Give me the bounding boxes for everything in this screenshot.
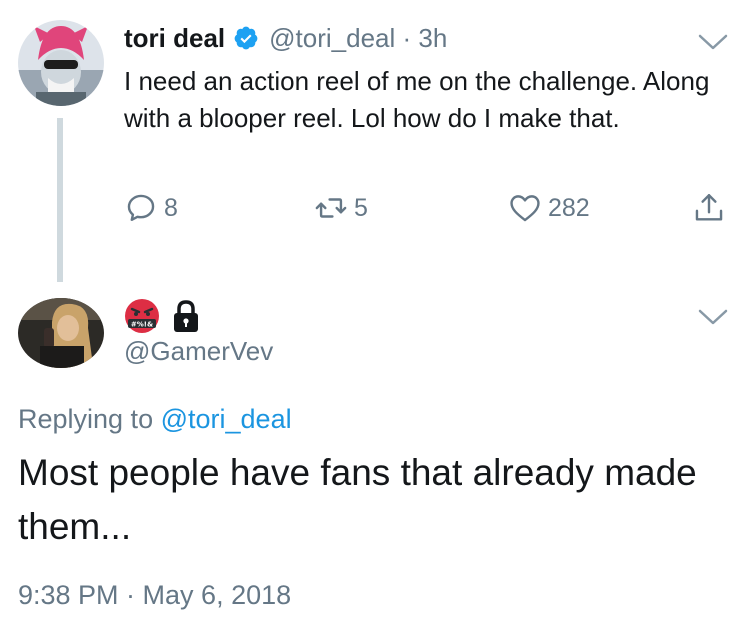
tweet-header: tori deal @tori_deal · 3h — [124, 18, 447, 58]
share-icon — [695, 194, 723, 221]
tweet-timestamp[interactable]: 9:38 PM · May 6, 2018 — [18, 580, 291, 611]
chevron-down-icon[interactable] — [698, 33, 728, 51]
retweet-count: 5 — [354, 193, 368, 222]
replying-to-line: Replying to @tori_deal — [18, 404, 292, 435]
retweet-button[interactable]: 5 — [314, 188, 368, 228]
chevron-down-icon[interactable] — [698, 308, 728, 326]
author-handle[interactable]: @tori_deal — [269, 23, 395, 53]
separator-dot: · — [402, 22, 412, 53]
thread-connector-line — [57, 118, 63, 282]
share-button[interactable] — [692, 188, 726, 228]
tweet-time[interactable]: 3h — [418, 23, 447, 53]
tweet-text: I need an action reel of me on the chall… — [124, 66, 710, 133]
avatar-tori-deal[interactable] — [18, 20, 104, 106]
replying-to-handle-link[interactable]: @tori_deal — [161, 404, 292, 434]
reply-author-handle[interactable]: @GamerVev — [124, 336, 273, 367]
reply-display-name[interactable]: #%!& — [124, 296, 202, 336]
reply-icon — [127, 194, 155, 221]
verified-badge-icon — [234, 26, 258, 50]
avatar-gamervev[interactable] — [18, 298, 104, 368]
reply-tweet-text: Most people have fans that already made … — [18, 452, 697, 547]
lock-icon — [174, 300, 198, 332]
svg-text:#%!&: #%!& — [131, 320, 153, 328]
like-count: 282 — [548, 193, 590, 222]
reply-count: 8 — [164, 193, 178, 222]
like-button[interactable]: 282 — [508, 188, 590, 228]
angry-cursing-face-icon: #%!& — [125, 299, 159, 333]
reply-button[interactable]: 8 — [124, 188, 178, 228]
like-icon — [510, 195, 540, 222]
author-name[interactable]: tori deal — [124, 23, 225, 54]
retweet-icon — [315, 198, 347, 218]
replying-to-label: Replying to — [18, 404, 154, 434]
